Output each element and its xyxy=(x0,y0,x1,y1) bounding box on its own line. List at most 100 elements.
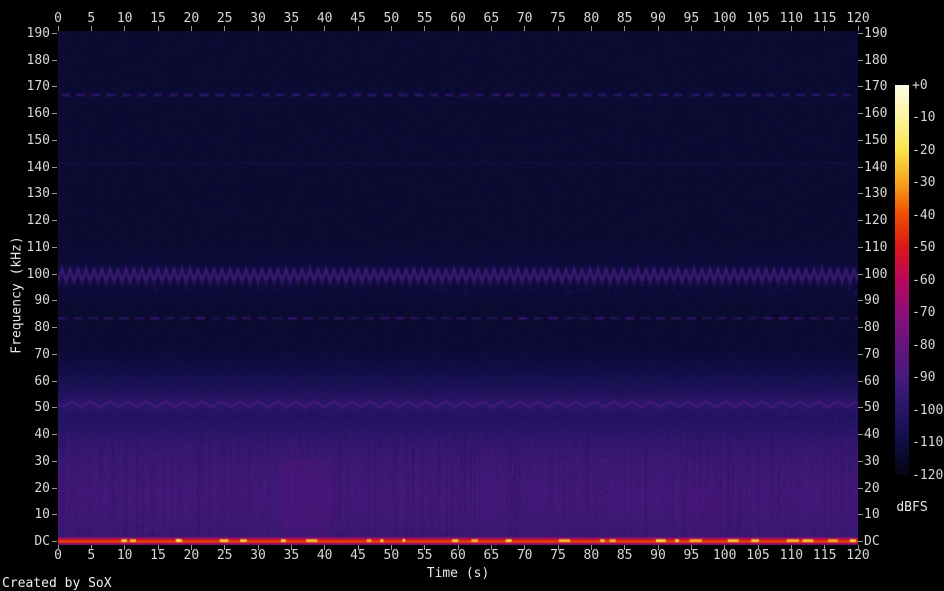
x-axis-tick-label: 115 xyxy=(813,549,836,562)
y-axis-tick-label: DC xyxy=(864,535,880,548)
y-axis-tick-label: 160 xyxy=(0,107,50,120)
x-axis-tick-mark xyxy=(391,26,392,31)
y-axis-tick-mark xyxy=(52,488,57,489)
x-axis-tick-label: 45 xyxy=(350,12,366,25)
x-axis-tick-mark xyxy=(91,26,92,31)
x-axis-tick-label: 95 xyxy=(684,12,700,25)
x-axis-tick-mark xyxy=(291,545,292,550)
y-axis-tick-label: 30 xyxy=(0,455,50,468)
x-axis-tick-mark xyxy=(158,26,159,31)
y-axis-tick-mark xyxy=(858,113,863,114)
x-axis-tick-mark xyxy=(591,26,592,31)
y-axis-tick-label: 130 xyxy=(864,187,887,200)
colorbar-tick-label: -80 xyxy=(912,339,935,352)
y-axis-tick-mark xyxy=(52,247,57,248)
x-axis-tick-mark xyxy=(491,545,492,550)
x-axis-tick-mark xyxy=(558,545,559,550)
y-axis-tick-label: 50 xyxy=(864,401,880,414)
x-axis-tick-label: 60 xyxy=(450,12,466,25)
x-axis-tick-mark xyxy=(324,26,325,31)
colorbar-gradient xyxy=(895,85,909,475)
y-axis-tick-label: 150 xyxy=(864,134,887,147)
x-axis-tick-mark xyxy=(391,545,392,550)
y-axis-tick-mark xyxy=(52,167,57,168)
y-axis-tick-mark xyxy=(858,247,863,248)
x-axis-tick-label: 50 xyxy=(384,549,400,562)
x-axis-tick-label: 40 xyxy=(317,549,333,562)
y-axis-tick-mark xyxy=(858,167,863,168)
x-axis-tick-mark xyxy=(724,545,725,550)
y-axis-tick-mark xyxy=(858,300,863,301)
colorbar-tick-label: +0 xyxy=(912,79,928,92)
x-axis-tick-mark xyxy=(458,26,459,31)
x-axis-tick-mark xyxy=(624,26,625,31)
x-axis-tick-mark xyxy=(324,545,325,550)
x-axis-tick-mark xyxy=(158,545,159,550)
x-axis-tick-mark xyxy=(358,545,359,550)
x-axis-tick-label: 10 xyxy=(117,12,133,25)
x-axis-tick-label: 45 xyxy=(350,549,366,562)
x-axis-tick-label: 115 xyxy=(813,12,836,25)
y-axis-tick-label: 110 xyxy=(864,241,887,254)
colorbar-tick-label: -30 xyxy=(912,176,935,189)
x-axis-tick-label: 80 xyxy=(584,549,600,562)
x-axis-tick-label: 100 xyxy=(713,549,736,562)
y-axis-tick-label: 40 xyxy=(0,428,50,441)
y-axis-tick-mark xyxy=(52,193,57,194)
y-axis-tick-label: 90 xyxy=(0,294,50,307)
x-axis-tick-mark xyxy=(124,26,125,31)
y-axis-tick-mark xyxy=(858,541,863,542)
x-axis-tick-label: 50 xyxy=(384,12,400,25)
y-axis-tick-mark xyxy=(52,113,57,114)
x-axis-tick-label: 105 xyxy=(746,549,769,562)
x-axis-tick-label: 65 xyxy=(484,549,500,562)
x-axis-tick-label: 25 xyxy=(217,12,233,25)
x-axis-tick-mark xyxy=(291,26,292,31)
y-axis-tick-mark xyxy=(858,514,863,515)
y-axis-tick-mark xyxy=(52,541,57,542)
x-axis-tick-mark xyxy=(224,545,225,550)
x-axis-tick-label: 90 xyxy=(650,12,666,25)
y-axis-tick-mark xyxy=(858,461,863,462)
x-axis-title: Time (s) xyxy=(427,566,490,581)
spectrogram-canvas xyxy=(58,31,858,545)
x-axis-tick-label: 100 xyxy=(713,12,736,25)
x-axis-tick-mark xyxy=(424,26,425,31)
y-axis-tick-mark xyxy=(858,354,863,355)
y-axis-tick-label: 10 xyxy=(0,508,50,521)
x-axis-tick-mark xyxy=(124,545,125,550)
x-axis-tick-label: 110 xyxy=(780,12,803,25)
y-axis-tick-label: 90 xyxy=(864,294,880,307)
y-axis-tick-mark xyxy=(858,220,863,221)
colorbar-tick-label: -20 xyxy=(912,144,935,157)
x-axis-tick-mark xyxy=(824,545,825,550)
colorbar-tick-label: -40 xyxy=(912,209,935,222)
x-axis-tick-mark xyxy=(258,26,259,31)
y-axis-tick-label: 70 xyxy=(0,348,50,361)
y-axis-tick-label: 140 xyxy=(864,161,887,174)
y-axis-tick-mark xyxy=(858,193,863,194)
y-axis-tick-label: 140 xyxy=(0,161,50,174)
x-axis-tick-label: 80 xyxy=(584,12,600,25)
x-axis-tick-mark xyxy=(858,545,859,550)
x-axis-tick-mark xyxy=(524,545,525,550)
y-axis-tick-mark xyxy=(858,488,863,489)
x-axis-tick-label: 35 xyxy=(284,549,300,562)
y-axis-tick-mark xyxy=(858,327,863,328)
y-axis-tick-mark xyxy=(52,86,57,87)
y-axis-tick-label: 10 xyxy=(864,508,880,521)
y-axis-tick-mark xyxy=(858,60,863,61)
x-axis-tick-label: 90 xyxy=(650,549,666,562)
x-axis-tick-mark xyxy=(91,545,92,550)
y-axis-tick-label: 20 xyxy=(864,482,880,495)
y-axis-tick-mark xyxy=(858,140,863,141)
x-axis-tick-label: 10 xyxy=(117,549,133,562)
x-axis-tick-label: 60 xyxy=(450,549,466,562)
x-axis-tick-label: 30 xyxy=(250,549,266,562)
y-axis-tick-mark xyxy=(52,33,57,34)
y-axis-tick-label: 190 xyxy=(0,27,50,40)
y-axis-tick-label: 40 xyxy=(864,428,880,441)
spectrogram-window: Frequency (kHz) Time (s) +0-10-20-30-40-… xyxy=(0,0,944,591)
x-axis-tick-mark xyxy=(491,26,492,31)
y-axis-tick-label: 170 xyxy=(864,80,887,93)
